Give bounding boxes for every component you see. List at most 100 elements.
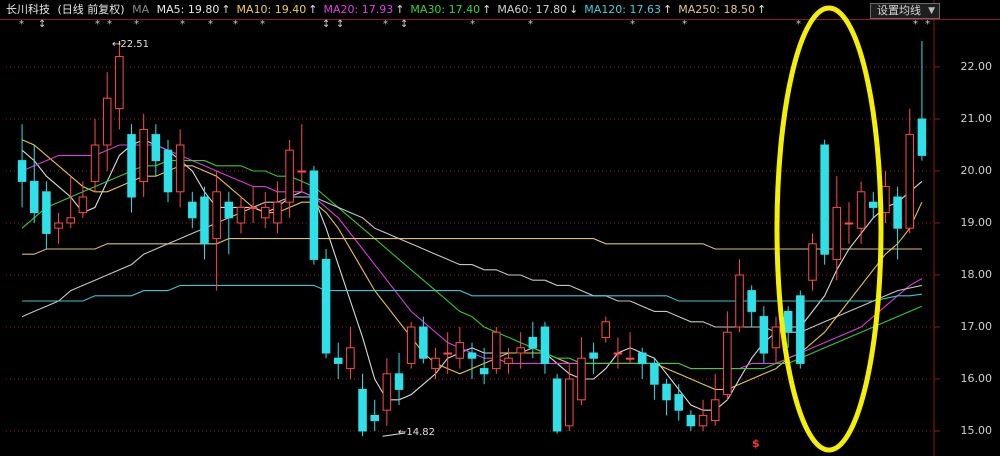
candle-body-up [808, 243, 817, 281]
candle-body-down [869, 201, 878, 208]
trend-arrow-icon: ↑ [308, 3, 318, 16]
candle-body-up [66, 217, 75, 224]
candle-body-up [710, 399, 720, 422]
candle-body-down [224, 201, 234, 219]
trend-arrow-icon: ↑ [221, 3, 231, 16]
candle-body-down [467, 352, 477, 359]
candle-body-up [856, 191, 866, 229]
candle-body-down [917, 118, 927, 156]
candle-body-up [261, 206, 270, 219]
candle-body-down [394, 373, 404, 390]
candle-body-up [698, 414, 708, 427]
candle-body-down [321, 258, 331, 354]
high-annotation: ←22.51 [112, 39, 149, 50]
candle-body-up [78, 196, 88, 214]
candle-body-down [540, 326, 550, 364]
highlight-ellipse [774, 5, 884, 453]
y-tick-label: 22.00 [960, 60, 993, 73]
ma-indicator-6: MA250: 18.50 [678, 3, 755, 16]
candle-body-up [285, 149, 294, 203]
candle-body-up [771, 326, 781, 349]
settings-ma-button[interactable]: 设置均线 ▼ [870, 3, 940, 19]
signal-star-icon: * [796, 19, 801, 30]
candle-body-up [102, 97, 112, 146]
signal-star-icon: * [630, 19, 635, 30]
candle-body-up [455, 342, 465, 359]
y-tick-label: 20.00 [960, 164, 993, 177]
y-tick-label: 16.00 [960, 372, 993, 385]
candle-body-up [346, 347, 355, 370]
candle-body-down [419, 326, 428, 359]
candle-body-up [236, 206, 246, 224]
y-tick-label: 18.00 [960, 268, 993, 281]
candle-body-up [577, 357, 586, 401]
candle-body-up [139, 128, 148, 182]
candle-body-up [601, 321, 611, 338]
candle-body-down [29, 180, 39, 214]
chevron-down-icon: ▼ [928, 6, 935, 16]
candle-body-up [54, 222, 63, 229]
candle-body-down [370, 414, 379, 422]
candle-body-down [650, 362, 659, 385]
candle-body-down [662, 383, 671, 401]
chart-header: 长川科技 (日线 前复权) MA MA5: 19.80 ↑ MA10: 19.40 ↑… [0, 0, 1000, 20]
candle-body-down [552, 378, 562, 432]
candle-body-down [893, 196, 902, 229]
signal-star-icon: * [383, 19, 388, 30]
candle-body-up [735, 274, 744, 328]
stock-title: 长川科技 [6, 3, 50, 16]
candle-body-up [115, 56, 124, 110]
signal-star-icon: * [682, 19, 687, 30]
candle-body-down [42, 191, 51, 234]
candle-body-up [443, 352, 452, 355]
candle-body-down [820, 144, 829, 255]
ma-indicator-3: MA30: 17.40 [410, 3, 481, 16]
candle-body-up [844, 222, 854, 225]
trend-arrow-icon: ↑ [395, 3, 405, 16]
candle-body-down [309, 170, 319, 260]
candle-body-down [686, 414, 696, 427]
signal-star-icon: * [528, 19, 533, 30]
y-tick-label: 17.00 [960, 320, 993, 333]
y-tick-label: 19.00 [960, 216, 993, 229]
ma-indicator-0: MA5: 19.80 [156, 3, 220, 16]
candle-body-down [674, 394, 683, 411]
trend-arrow-icon: ↑ [482, 3, 492, 16]
candle-body-down [796, 295, 805, 364]
ma-indicator-5: MA120: 17.63 [584, 3, 662, 16]
candle-body-up [504, 357, 513, 364]
candle-body-up [175, 144, 185, 193]
signal-star-icon: * [180, 19, 185, 30]
y-tick-label: 21.00 [960, 112, 993, 125]
signal-star-icon: * [134, 19, 139, 30]
candle-body-down [528, 336, 538, 349]
signal-star-icon: * [260, 19, 265, 30]
candle-body-up [431, 357, 440, 370]
low-annotation: ←14.82 [398, 427, 435, 438]
signal-star-row: * ↕ * * * * * * * ↕ ↕ * ↕ * * * * * * * [0, 19, 1000, 31]
candle-body-up [248, 206, 258, 209]
candle-body-down [333, 357, 343, 364]
signal-star-icon: * [95, 19, 100, 30]
candle-body-down [17, 160, 27, 182]
candlestick-chart[interactable] [0, 0, 1000, 456]
trend-arrow-icon: ↑ [663, 3, 673, 16]
candle-body-down [783, 310, 793, 333]
ma-label: MA [132, 3, 150, 16]
high-price-label: 22.51 [120, 39, 150, 50]
candle-body-up [613, 352, 623, 355]
ma-line-ma120 [22, 284, 922, 302]
candle-body-up [212, 191, 221, 240]
signal-arrow-icon: ↕ [38, 19, 47, 30]
signal-star-icon: * [233, 19, 238, 30]
chart-mode: (日线 前复权) [57, 3, 125, 16]
signal-star-icon: * [107, 19, 112, 30]
low-price-label: 14.82 [406, 427, 436, 438]
candle-body-up [90, 144, 100, 182]
candle-body-down [637, 352, 647, 364]
candle-body-up [492, 331, 501, 370]
candle-body-down [127, 134, 136, 198]
candle-body-down [200, 196, 209, 245]
ma-indicator-2: MA20: 17.93 [323, 3, 394, 16]
candle-body-down [188, 201, 197, 219]
